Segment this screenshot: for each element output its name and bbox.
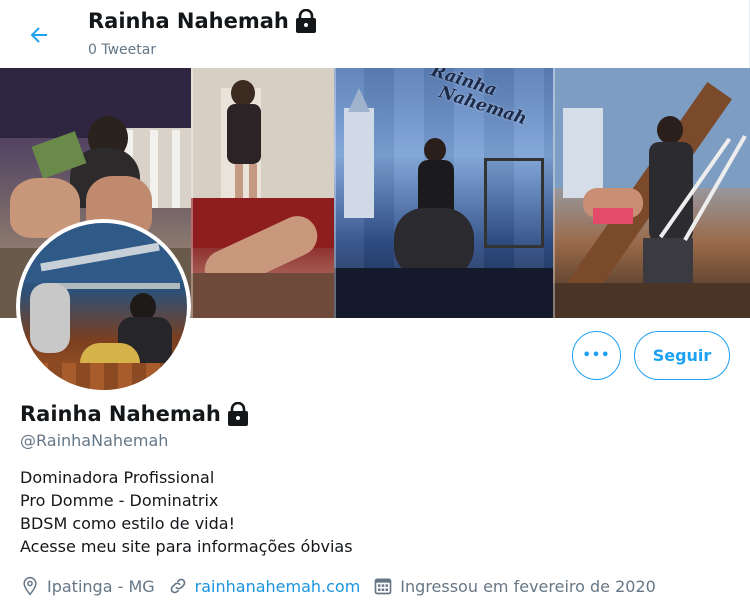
website-link[interactable]: rainhanahemah.com [195,577,361,596]
profile-joined: Ingressou em fevereiro de 2020 [373,576,656,596]
bio-line: BDSM como estilo de vida! [20,514,235,533]
lock-icon [227,402,248,426]
profile-bio: Dominadora Profissional Pro Domme - Domi… [20,466,353,558]
profile-header: Rainha Nahemah 0 Tweetar [0,0,750,68]
banner-photo-3: Rainha Nahemah [334,68,553,318]
profile-website: rainhanahemah.com [168,576,361,596]
banner-photo-2 [191,68,334,318]
calendar-icon [374,578,392,595]
more-icon: ••• [582,348,611,363]
tweet-count: 0 Tweetar [88,42,157,58]
bio-line: Acesse meu site para informações óbvias [20,537,353,556]
profile-meta: Ipatinga - MG rainhanahemah.com Ingresso… [20,574,669,598]
arrow-left-icon [30,27,47,43]
profile-name-text: Rainha Nahemah [20,402,221,426]
profile-name: Rainha Nahemah [20,402,249,426]
bio-line: Dominadora Profissional [20,468,215,487]
more-options-button[interactable]: ••• [572,331,621,380]
location-pin-icon [23,576,37,596]
header-title: Rainha Nahemah [88,9,317,33]
follow-button[interactable]: Seguir [634,331,730,380]
location-text: Ipatinga - MG [47,576,155,596]
banner-photo-4 [553,68,750,318]
back-button[interactable] [22,18,56,52]
joined-text: Ingressou em fevereiro de 2020 [400,576,656,596]
bio-line: Pro Domme - Dominatrix [20,491,219,510]
lock-icon [295,9,316,33]
header-title-text: Rainha Nahemah [88,9,289,33]
profile-avatar[interactable] [16,219,191,394]
profile-location: Ipatinga - MG [20,576,155,596]
profile-handle: @RainhaNahemah [20,431,169,450]
link-icon [170,578,186,594]
